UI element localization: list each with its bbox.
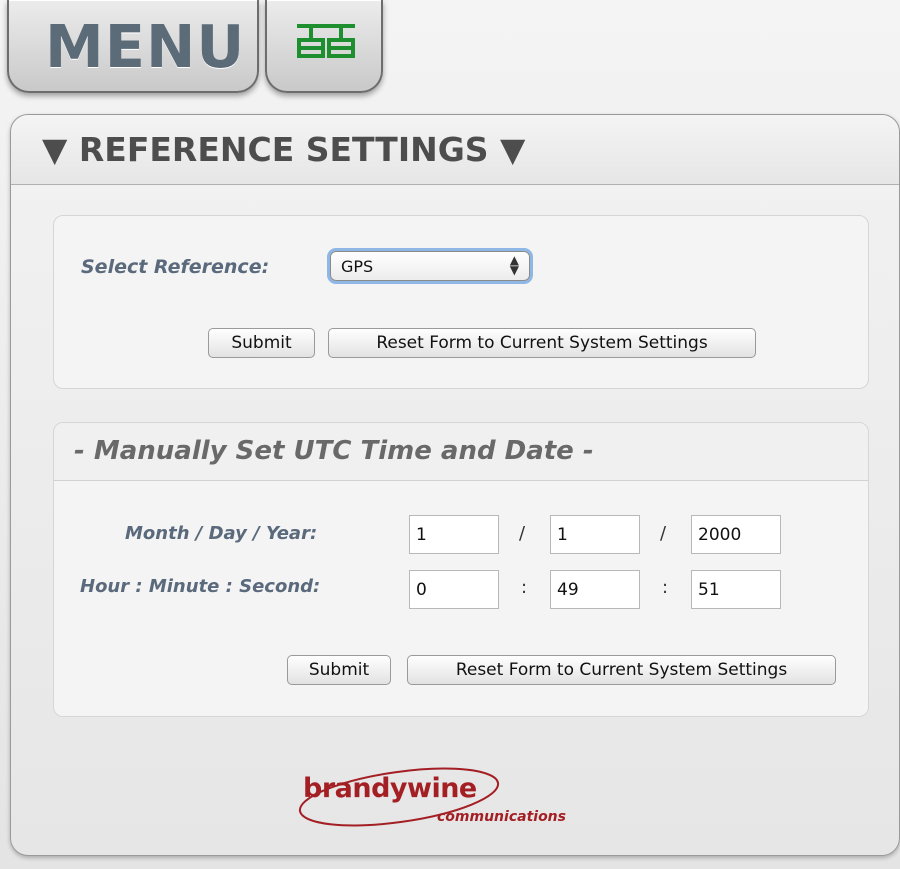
network-tab[interactable] [265, 0, 383, 93]
day-input[interactable] [550, 515, 640, 554]
logo-text-main: brandywine [303, 773, 477, 804]
menu-tab[interactable]: MENU [7, 0, 259, 93]
network-topology-icon [297, 24, 355, 58]
time-reset-button[interactable]: Reset Form to Current System Settings [407, 655, 836, 685]
date-label: Month / Day / Year: [125, 523, 318, 544]
time-separator-2: : [662, 577, 669, 598]
hour-input[interactable] [409, 570, 499, 609]
month-input[interactable] [409, 515, 499, 554]
time-label: Hour : Minute : Second: [80, 576, 321, 597]
reference-select-section: Select Reference: GPS ▲ ▼ Submit Reset Fo… [53, 215, 869, 389]
time-separator-1: : [521, 577, 528, 598]
date-separator-1: / [519, 523, 526, 544]
manual-time-header: - Manually Set UTC Time and Date - [54, 423, 868, 481]
logo-text-sub: communications [437, 809, 566, 825]
reference-submit-button[interactable]: Submit [208, 328, 315, 358]
brandywine-logo: brandywine communications [291, 765, 591, 849]
select-reference-label: Select Reference: [81, 256, 270, 278]
manual-time-section: - Manually Set UTC Time and Date - Month… [53, 422, 869, 717]
menu-label: MENU [45, 12, 246, 81]
select-arrows-icon: ▲ ▼ [509, 253, 519, 277]
minute-input[interactable] [550, 570, 640, 609]
reference-select-value: GPS [341, 257, 374, 276]
panel-title: ▼ REFERENCE SETTINGS ▼ [42, 130, 526, 169]
manual-time-title: - Manually Set UTC Time and Date - [74, 436, 594, 466]
time-submit-button[interactable]: Submit [287, 655, 391, 685]
second-input[interactable] [691, 570, 781, 609]
reference-reset-button[interactable]: Reset Form to Current System Settings [328, 328, 756, 358]
reference-select[interactable]: GPS ▲ ▼ [330, 251, 530, 281]
reference-settings-panel: ▼ REFERENCE SETTINGS ▼ Select Reference:… [10, 114, 900, 856]
year-input[interactable] [691, 515, 781, 554]
date-separator-2: / [660, 523, 667, 544]
panel-header[interactable]: ▼ REFERENCE SETTINGS ▼ [11, 115, 899, 185]
